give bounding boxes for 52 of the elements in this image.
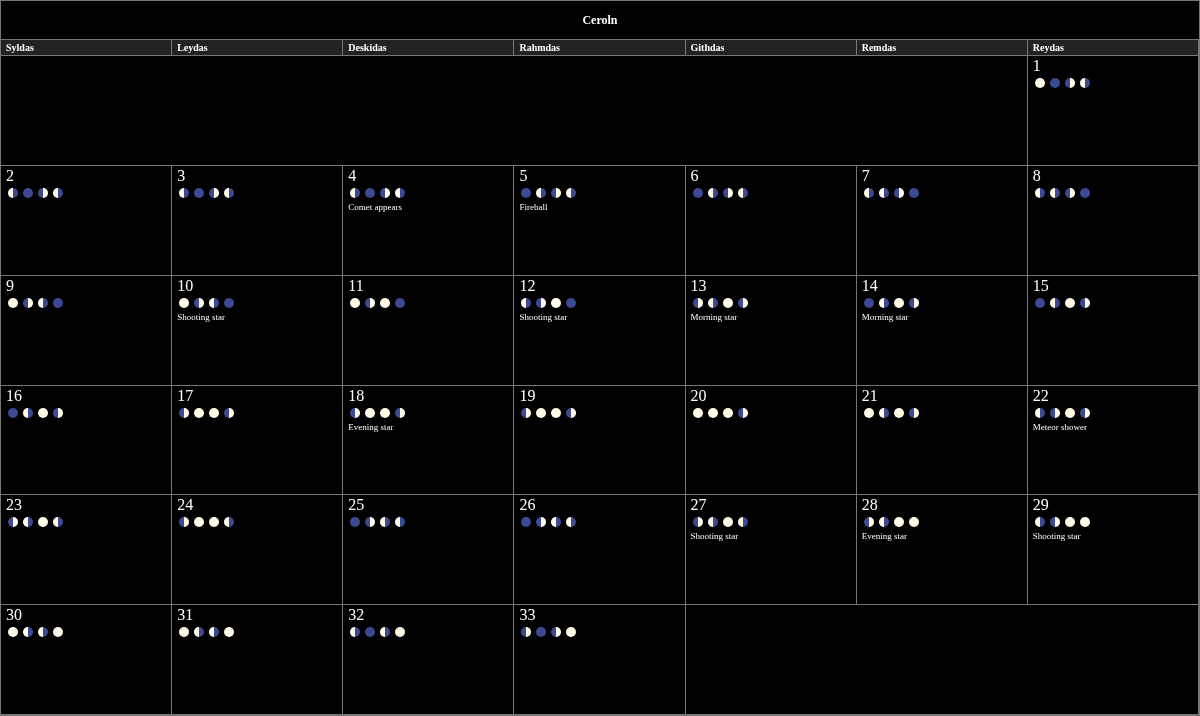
day-number: 33: [519, 606, 536, 625]
day-number: 12: [519, 276, 536, 295]
day-number: 13: [690, 276, 707, 295]
day-number: 2: [6, 166, 14, 185]
weekday-header: Reydas: [1027, 40, 1199, 56]
event-label: Shooting star: [690, 531, 739, 543]
day-number: 7: [861, 166, 870, 185]
day-number: 21: [861, 386, 878, 405]
day-number: 25: [348, 496, 365, 515]
day-number: 6: [690, 166, 699, 185]
event-label: Evening star: [348, 421, 394, 433]
event-label: Morning star: [861, 311, 909, 323]
event-label: Fireball: [519, 201, 548, 213]
day-number: 19: [519, 386, 536, 405]
day-number: 29: [1032, 496, 1049, 515]
day-number: 15: [1032, 276, 1049, 295]
day-number: 17: [177, 386, 194, 405]
event-label: Comet appears: [348, 201, 402, 213]
day-number: 18: [348, 386, 365, 405]
day-number: 1: [1032, 57, 1041, 75]
day-number: 4: [348, 166, 357, 185]
day-number: 26: [519, 496, 536, 515]
day-number: 16: [6, 386, 22, 405]
day-number: 24: [177, 496, 194, 515]
day-number: 20: [690, 386, 707, 405]
event-label: Evening star: [861, 531, 907, 543]
weekday-header: Rahmdas: [514, 40, 686, 56]
day-number: 10: [177, 276, 194, 295]
weekday-header: Deskidas: [343, 40, 515, 56]
weekday-header: Githdas: [685, 40, 857, 56]
day-number: 23: [6, 496, 22, 515]
event-label: Shooting star: [1032, 531, 1081, 543]
day-number: 22: [1032, 386, 1049, 405]
event-label: Shooting star: [519, 311, 568, 323]
day-number: 11: [348, 276, 364, 295]
day-number: 8: [1032, 166, 1041, 185]
day-number: 30: [6, 606, 22, 625]
day-number: 32: [348, 606, 365, 625]
weekday-header: Leydas: [172, 40, 344, 56]
event-label: Shooting star: [177, 311, 225, 323]
event-label: Meteor shower: [1032, 421, 1088, 433]
day-number: 27: [690, 496, 707, 515]
day-number: 28: [861, 496, 878, 515]
event-label: Morning star: [690, 311, 738, 323]
day-number: 5: [519, 166, 528, 185]
day-number: 14: [861, 276, 878, 295]
day-number: 31: [177, 606, 194, 625]
weekday-header: Remdas: [856, 40, 1028, 56]
month-title: Ceroln: [582, 12, 618, 29]
weekday-header: Syldas: [1, 40, 173, 56]
day-number: 9: [6, 276, 14, 295]
day-number: 3: [177, 166, 186, 185]
